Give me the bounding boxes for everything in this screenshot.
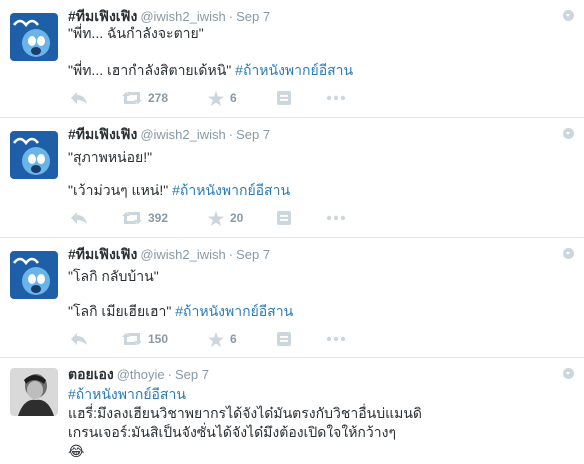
hashtag-link[interactable]: #ถ้าหนังพากย์อีสาน <box>172 182 290 198</box>
summary-icon <box>277 332 291 346</box>
timestamp[interactable]: Sep 7 <box>236 9 270 24</box>
tweet-actions: 150 6 <box>70 329 360 349</box>
tweet[interactable]: #ทีมเฟิงเฟิง @iwish2_iwish · Sep 7 "พี่ท...… <box>0 0 584 118</box>
avatar[interactable] <box>10 13 58 61</box>
display-name[interactable]: #ทีมเฟิงเฟิง <box>68 8 137 24</box>
tweet-text: "เว้าม่วนๆ แหน่!" #ถ้าหนังพากย์อีสาน <box>68 181 290 199</box>
tweet[interactable]: ตอยเอง @thoyie · Sep 7 #ถ้าหนังพากย์อีสาน แ… <box>0 358 584 464</box>
tweet-text-part: "โลกิ เมียเฮียเฮา" <box>68 303 176 319</box>
more-dots-icon <box>326 215 346 221</box>
more-dots-icon <box>326 336 346 342</box>
favorite-count: 6 <box>230 91 237 105</box>
favorite-button[interactable]: 6 <box>208 88 237 108</box>
view-summary-button[interactable] <box>277 329 291 349</box>
retweet-count: 150 <box>148 332 169 346</box>
retweet-button[interactable]: 392 <box>122 208 168 228</box>
timestamp[interactable]: Sep 7 <box>236 247 270 262</box>
view-summary-button[interactable] <box>277 208 291 228</box>
username[interactable]: @iwish2_iwish <box>140 9 225 24</box>
retweet-count: 278 <box>148 91 169 105</box>
star-icon <box>208 90 224 106</box>
tweet-text: "พี่ท... เฮากำลังสิตายเด้หนิ" #ถ้าหนังพา… <box>68 61 353 79</box>
avatar[interactable] <box>10 368 58 416</box>
timestamp[interactable]: Sep 7 <box>175 367 209 382</box>
favorite-button[interactable]: 20 <box>208 208 243 228</box>
separator: · <box>228 9 234 24</box>
retweet-count: 392 <box>148 211 169 225</box>
tweet-text: "โลกิ กลับบ้าน" <box>68 268 159 284</box>
separator: · <box>167 367 172 382</box>
reply-button[interactable] <box>70 329 88 349</box>
retweet-button[interactable]: 150 <box>122 329 168 349</box>
tweet-text: แฮรี่:มึงลงเฮียนวิชาพยากรได้จังได๋มันตรง… <box>68 405 422 421</box>
star-icon <box>208 210 224 226</box>
favorite-count: 20 <box>230 211 244 225</box>
display-name[interactable]: #ทีมเฟิงเฟิง <box>68 126 137 142</box>
avatar[interactable] <box>10 251 58 299</box>
retweet-icon <box>122 212 142 224</box>
avatar[interactable] <box>10 131 58 179</box>
tweet[interactable]: #ทีมเฟิงเฟิง @iwish2_iwish · Sep 7 "โลกิ กล… <box>0 238 584 358</box>
tweet-actions: 392 20 <box>70 208 360 228</box>
more-options-icon[interactable] <box>563 248 574 259</box>
more-options-icon[interactable] <box>563 368 574 379</box>
retweet-icon <box>122 92 142 104</box>
summary-icon <box>277 91 291 105</box>
tweet-text: "โลกิ เมียเฮียเฮา" #ถ้าหนังพากย์อีสาน <box>68 302 293 320</box>
more-button[interactable] <box>326 208 346 228</box>
hashtag-link[interactable]: #ถ้าหนังพากย์อีสาน <box>175 303 293 319</box>
tweet-header: #ทีมเฟิงเฟิง @iwish2_iwish · Sep 7 <box>68 245 270 264</box>
reply-icon <box>71 333 87 345</box>
tweet-text: "พี่ท... ฉันกำลังจะตาย" <box>68 25 204 41</box>
tweet-header: ตอยเอง @thoyie · Sep 7 <box>68 365 209 384</box>
separator: · <box>228 247 234 262</box>
more-button[interactable] <box>326 88 346 108</box>
more-options-icon[interactable] <box>563 10 574 21</box>
favorite-button[interactable]: 6 <box>208 329 237 349</box>
username[interactable]: @thoyie <box>117 367 165 382</box>
view-summary-button[interactable] <box>277 88 291 108</box>
tweet-text: "สุภาพหน่อย!" <box>68 149 153 165</box>
display-name[interactable]: ตอยเอง <box>68 366 114 382</box>
tweet-text-part: "พี่ท... เฮากำลังสิตายเด้หนิ" <box>68 62 236 78</box>
summary-icon <box>277 211 291 225</box>
retweet-button[interactable]: 278 <box>122 88 168 108</box>
tweet[interactable]: #ทีมเฟิงเฟิง @iwish2_iwish · Sep 7 "สุภาพหน… <box>0 118 584 238</box>
tweet-text: เกรนเจอร์:มันสิเป็นจังซั่นได้จังได๋มึงต้… <box>68 424 396 440</box>
reply-icon <box>71 212 87 224</box>
tweet-text-part: "เว้าม่วนๆ แหน่!" <box>68 182 173 198</box>
star-icon <box>208 331 224 347</box>
more-options-icon[interactable] <box>563 128 574 139</box>
tweet-header: #ทีมเฟิงเฟิง @iwish2_iwish · Sep 7 <box>68 125 270 144</box>
reply-button[interactable] <box>70 208 88 228</box>
username[interactable]: @iwish2_iwish <box>140 247 225 262</box>
emoji: 😂 <box>68 443 85 459</box>
favorite-count: 6 <box>230 332 237 346</box>
more-dots-icon <box>326 95 346 101</box>
timestamp[interactable]: Sep 7 <box>236 127 270 142</box>
retweet-icon <box>122 333 142 345</box>
username[interactable]: @iwish2_iwish <box>140 127 225 142</box>
display-name[interactable]: #ทีมเฟิงเฟิง <box>68 246 137 262</box>
more-button[interactable] <box>326 329 346 349</box>
tweet-actions: 278 6 <box>70 88 360 108</box>
hashtag-link[interactable]: #ถ้าหนังพากย์อีสาน <box>68 385 186 403</box>
reply-icon <box>71 92 87 104</box>
hashtag-link[interactable]: #ถ้าหนังพากย์อีสาน <box>235 62 353 78</box>
separator: · <box>228 127 234 142</box>
reply-button[interactable] <box>70 88 88 108</box>
